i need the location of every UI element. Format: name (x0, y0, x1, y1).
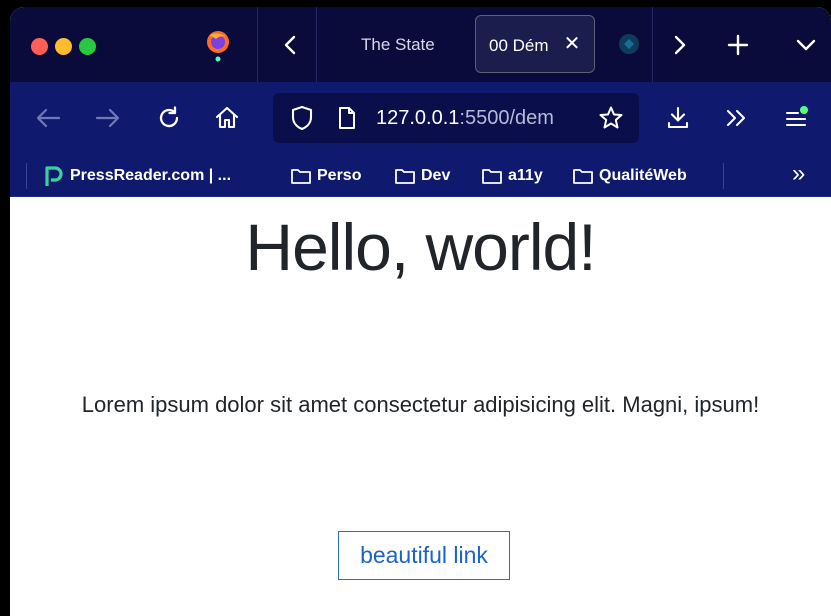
more-tools-icon[interactable] (721, 102, 753, 134)
page-heading: Hello, world! (245, 210, 596, 284)
pressreader-icon (45, 166, 63, 186)
bookmark-star-icon[interactable] (595, 102, 627, 134)
reload-icon[interactable] (153, 102, 185, 134)
firefox-icon[interactable] (204, 29, 232, 63)
folder-icon (291, 169, 311, 184)
url-path: :5500/dem (459, 107, 554, 129)
beautiful-link[interactable]: beautiful link (338, 531, 510, 580)
bookmark-folder-perso[interactable]: Perso (290, 163, 361, 189)
minimize-window-button[interactable] (55, 38, 72, 55)
url-host: 127.0.0.1 (376, 107, 460, 129)
bookmark-separator (723, 163, 724, 189)
tab-label: 00 Dém (489, 36, 549, 55)
tab-separator (652, 7, 653, 82)
page-paragraph: Lorem ipsum dolor sit amet consectetur a… (81, 392, 760, 417)
browser-window: The State 00 Dém ✕ 127.0.0.1:5500/dem Pr… (10, 7, 831, 616)
downloads-icon[interactable] (662, 102, 694, 134)
folder-icon (395, 169, 415, 184)
tab-strip: The State 00 Dém ✕ (10, 7, 831, 82)
bookmark-folder-dev[interactable]: Dev (394, 163, 450, 189)
tab-the-state[interactable]: The State (328, 15, 468, 73)
tab-close-icon[interactable]: ✕ (560, 30, 584, 58)
page-icon[interactable] (331, 102, 363, 134)
bookmark-folder-qualiteweb[interactable]: QualitéWeb (572, 163, 687, 189)
bookmark-separator (26, 163, 27, 189)
new-tab-icon[interactable] (718, 7, 758, 82)
zoom-window-button[interactable] (79, 38, 96, 55)
tab-separator (257, 7, 258, 82)
navigation-toolbar: 127.0.0.1:5500/dem (10, 82, 831, 155)
bookmark-pressreader[interactable]: PressReader.com | ... (43, 163, 231, 189)
bookmark-label: a11y (508, 167, 543, 184)
tab-favicon-icon[interactable] (616, 31, 642, 57)
tab-scroll-right-icon[interactable] (660, 7, 700, 82)
bookmarks-overflow-icon[interactable]: » (792, 160, 805, 187)
home-icon[interactable] (211, 102, 243, 134)
shield-icon[interactable] (286, 102, 318, 134)
app-menu-icon[interactable] (781, 102, 813, 134)
close-window-button[interactable] (31, 38, 48, 55)
tab-separator (316, 7, 317, 82)
tab-list-icon[interactable] (786, 7, 826, 82)
page-content: Hello, world! Lorem ipsum dolor sit amet… (10, 197, 831, 616)
tab-active-demo[interactable]: 00 Dém ✕ (475, 15, 595, 73)
bookmarks-toolbar: PressReader.com | ... Perso Dev a11y Qua… (10, 155, 831, 197)
forward-icon[interactable] (92, 102, 124, 134)
url-text[interactable]: 127.0.0.1:5500/dem (376, 107, 556, 130)
bookmark-label: PressReader.com | ... (70, 167, 232, 184)
bookmark-label: QualitéWeb (599, 167, 687, 184)
folder-icon (482, 169, 502, 184)
tab-scroll-left-icon[interactable] (270, 7, 310, 82)
bookmark-folder-a11y[interactable]: a11y (481, 163, 543, 189)
bookmark-label: Perso (317, 167, 362, 184)
back-icon[interactable] (32, 102, 64, 134)
url-bar[interactable]: 127.0.0.1:5500/dem (273, 93, 639, 143)
folder-icon (573, 169, 593, 184)
bookmark-label: Dev (421, 167, 451, 184)
